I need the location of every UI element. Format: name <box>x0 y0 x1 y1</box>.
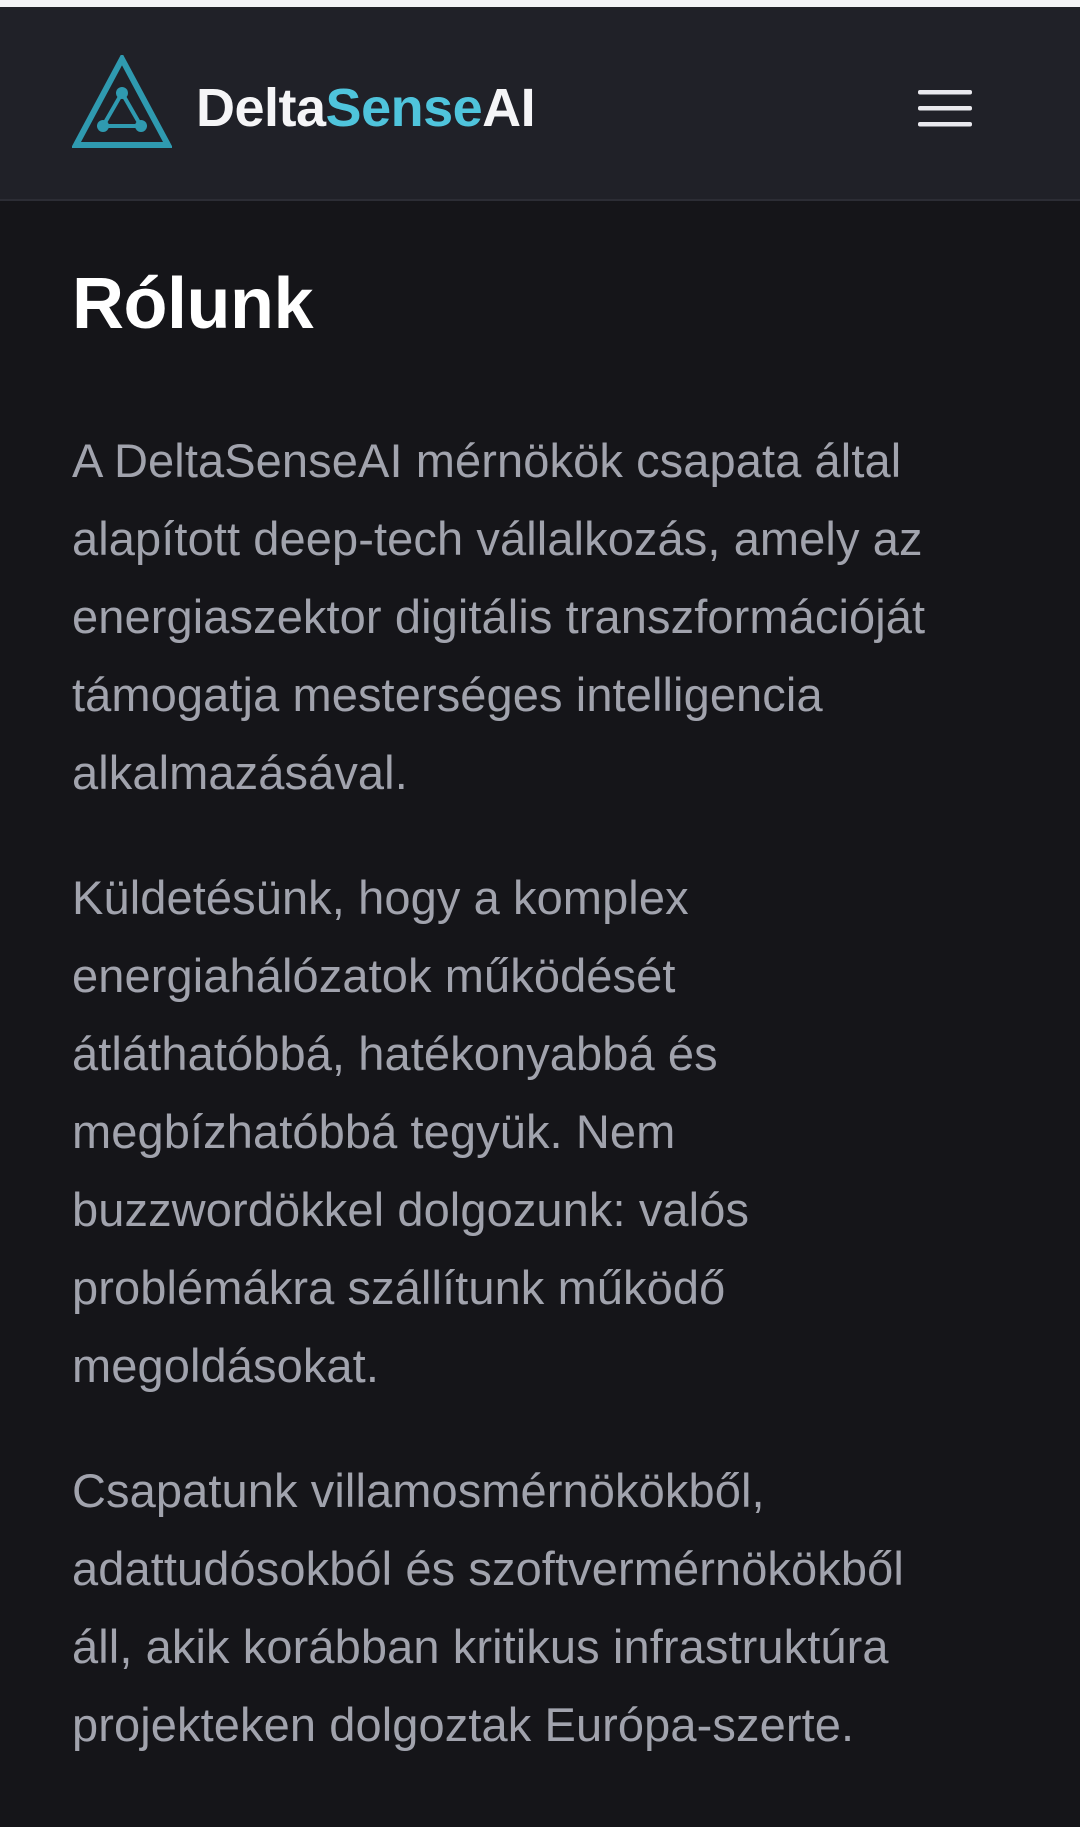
paragraph-line: Csapatunk villamosmérnökökből, <box>72 1464 765 1517</box>
paragraph-line: A DeltaSenseAI mérnökök csapata által <box>72 434 902 487</box>
brand-name-part-ai: AI <box>482 78 536 138</box>
paragraph-line: támogatja mesterséges intelligencia <box>72 668 823 721</box>
paragraph-line: problémákra szállítunk működő <box>72 1261 726 1314</box>
paragraph-line: buzzwordökkel dolgozunk: valós <box>72 1183 750 1236</box>
about-paragraph-1: A DeltaSenseAI mérnökök csapata által al… <box>72 422 1022 812</box>
hamburger-menu-icon <box>918 90 972 127</box>
paragraph-line: Küldetésünk, hogy a komplex <box>72 871 689 924</box>
delta-triangle-logo-icon[interactable] <box>70 52 174 151</box>
status-bar-strip <box>0 0 1080 7</box>
about-section: Rólunk A DeltaSenseAI mérnökök csapata á… <box>72 258 1022 1751</box>
paragraph-line: alkalmazásával. <box>72 746 408 799</box>
about-paragraph-3: Csapatunk villamosmérnökökből, adattudós… <box>72 1452 1022 1764</box>
paragraph-line: megbízhatóbbá tegyük. Nem <box>72 1105 676 1158</box>
brand-name-part-sense: Sense <box>325 78 483 138</box>
paragraph-line: átláthatóbbá, hatékonyabbá és <box>72 1027 718 1080</box>
paragraph-line: áll, akik korábban kritikus infrastruktú… <box>72 1620 889 1673</box>
page-title: Rólunk <box>72 264 313 344</box>
brand-name[interactable]: DeltaSenseAI <box>196 73 536 143</box>
paragraph-line: adattudósokból és szoftvermérnökökből <box>72 1542 904 1595</box>
paragraph-line: megoldásokat. <box>72 1339 379 1392</box>
site-header: DeltaSenseAI <box>0 7 1080 201</box>
brand-name-part-delta: Delta <box>196 78 326 138</box>
menu-button[interactable] <box>910 77 980 139</box>
paragraph-line: energiahálózatok működését <box>72 949 676 1002</box>
about-paragraph-2: Küldetésünk, hogy a komplex energiahálóz… <box>72 859 1022 1405</box>
paragraph-line: energiaszektor digitális transzformációj… <box>72 590 926 643</box>
paragraph-line: alapított deep-tech vállalkozás, amely a… <box>72 512 923 565</box>
paragraph-line: projekteken dolgoztak Európa-szerte. <box>72 1698 855 1751</box>
